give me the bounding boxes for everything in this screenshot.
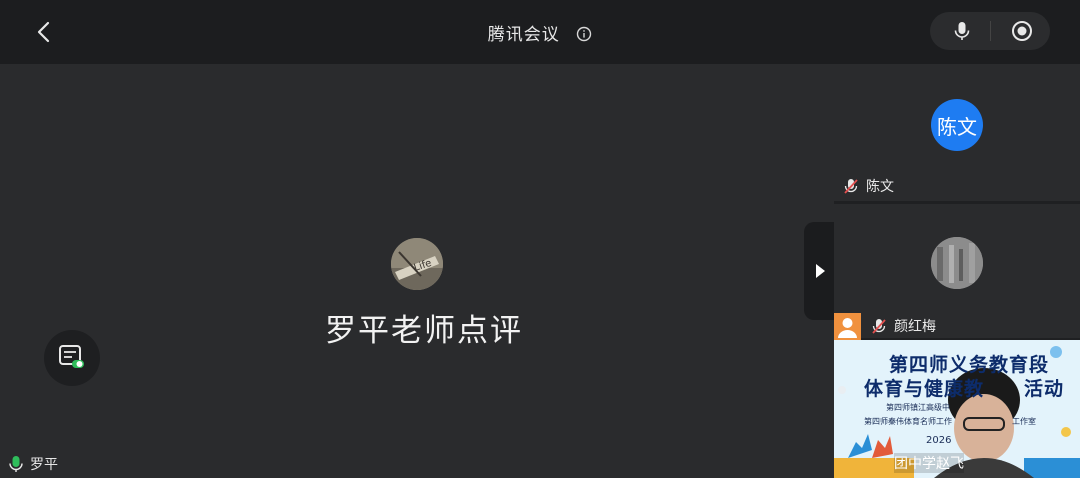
- presenter-title: 罗平老师点评: [325, 313, 523, 349]
- person-icon: [838, 318, 857, 338]
- microphone-button[interactable]: [950, 19, 974, 43]
- meeting-title-text: 腾讯会议: [487, 25, 560, 45]
- user-avatar-badge: [834, 313, 861, 340]
- top-bar: 腾讯会议: [0, 0, 1080, 64]
- record-icon: [1012, 21, 1032, 41]
- active-speaker-label: 罗平: [8, 454, 58, 474]
- play-arrow-icon: [816, 264, 825, 278]
- participant-avatar: 陈文: [931, 99, 983, 151]
- meeting-title: 腾讯会议: [0, 20, 1080, 47]
- info-icon[interactable]: [576, 26, 592, 47]
- microphone-icon: [954, 22, 970, 40]
- poster-subtitle-2: 第四师秦伟体育名师工作 工作室: [864, 416, 1036, 427]
- participant-name-row: 颜红梅: [870, 316, 936, 336]
- poster-headline-2-start: 体育与健康教: [864, 378, 985, 400]
- participant-tile[interactable]: 陈文 陈文: [834, 64, 1080, 201]
- participant-name: 陈文: [866, 179, 894, 195]
- chat-icon: [59, 345, 84, 368]
- participant-name-row: 陈文: [842, 176, 894, 196]
- poster-subtitle-2-end: 工作室: [1012, 417, 1036, 426]
- poster-subtitle-1: 第四师镇江高级中: [886, 403, 950, 412]
- participant-name: 颜红梅: [894, 319, 936, 335]
- avatar-initials: 陈文: [937, 114, 977, 139]
- speaker-name: 罗平: [30, 457, 58, 473]
- collapse-panel-button[interactable]: [804, 222, 834, 320]
- video-caption: 团中学赵飞: [894, 453, 964, 473]
- participant-avatar: [931, 237, 983, 289]
- poster-year: 2026: [926, 435, 952, 446]
- participant-tile[interactable]: 颜红梅: [834, 204, 1080, 340]
- poster-headline-2: 体育与健康教 活动: [864, 374, 1064, 401]
- poster-headline-2-end: 活动: [1024, 378, 1065, 400]
- microphone-muted-icon: [844, 179, 858, 194]
- microphone-active-icon: [9, 456, 23, 472]
- divider: [990, 21, 991, 41]
- microphone-muted-icon: [872, 319, 886, 334]
- top-right-controls: [930, 12, 1050, 50]
- poster-headline-1: 第四师义务教育段: [889, 354, 1050, 376]
- record-button[interactable]: [1010, 19, 1034, 43]
- meeting-window: 腾讯会议 Life 罗平老师点评 罗平 陈文 陈文 颜红梅 第四师义务教育段 体…: [0, 0, 1080, 478]
- video-tile[interactable]: 第四师义务教育段 体育与健康教 活动 第四师镇江高级中 第四师秦伟体育名师工作 工作…: [834, 340, 1080, 478]
- poster-subtitle-2-start: 第四师秦伟体育名师工作: [864, 417, 952, 426]
- chat-button[interactable]: [44, 330, 100, 386]
- presenter-avatar: Life: [391, 238, 443, 290]
